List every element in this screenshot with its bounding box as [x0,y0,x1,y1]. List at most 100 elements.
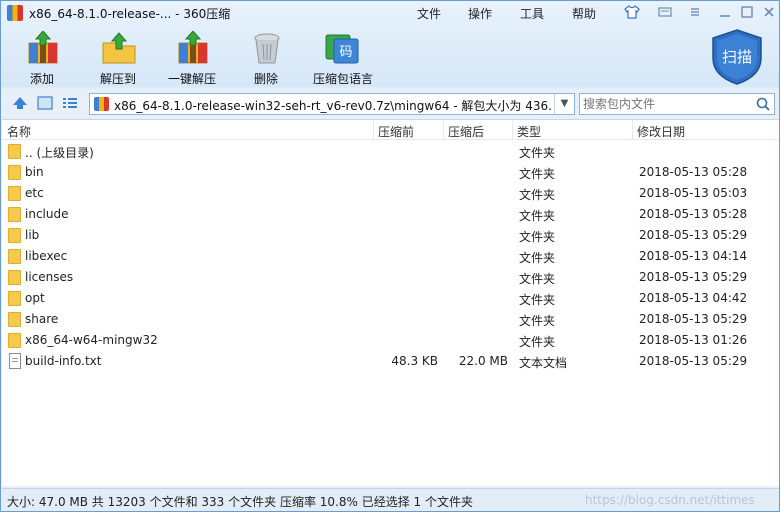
file-type: 文件夹 [519,335,556,349]
archive-language-button[interactable]: 码 压缩包语言 [303,29,383,87]
chevron-down-icon[interactable]: ▼ [554,94,574,114]
extract-to-label: 解压到 [99,72,136,86]
file-date: 2018-05-13 05:28 [639,165,748,179]
app-window: x86_64-8.1.0-release-... - 360压缩 文件 操作 工… [0,0,780,512]
parent-directory-row[interactable]: .. (上级目录) 文件夹 [2,141,779,162]
file-date: 2018-05-13 05:29 [639,354,748,368]
file-name: build-info.txt [25,354,102,368]
up-arrow-icon[interactable] [11,95,29,111]
title-bar: x86_64-8.1.0-release-... - 360压缩 文件 操作 工… [1,1,779,25]
extract-to-icon [101,31,137,65]
one-click-extract-button[interactable]: 一键解压 [153,29,231,87]
file-name: share [25,312,59,326]
status-text: 大小: 47.0 MB 共 13203 个文件和 333 个文件夹 压缩率 10… [7,495,473,509]
menu-operation[interactable]: 操作 [468,5,492,22]
file-type: 文件夹 [519,167,556,181]
file-list: 名称 压缩前 压缩后 类型 修改日期 .. (上级目录) 文件夹 bin 文件夹… [2,119,779,486]
table-row[interactable]: licenses 文件夹 2018-05-13 05:29 [2,267,779,288]
file-packed-size: 22.0 MB [458,354,508,368]
search-icon[interactable] [755,96,771,112]
file-date: 2018-05-13 04:14 [639,249,748,263]
file-date: 2018-05-13 05:03 [639,186,748,200]
folder-icon [8,228,21,243]
minimize-icon[interactable] [715,4,735,22]
column-date[interactable]: 修改日期 [637,123,685,140]
column-header: 名称 压缩前 压缩后 类型 修改日期 [2,120,779,140]
file-type: 文件夹 [519,251,556,265]
feedback-icon[interactable] [655,4,675,22]
column-divider[interactable] [512,120,513,140]
add-button[interactable]: 添加 [3,29,81,87]
scan-button[interactable]: 扫描 [709,28,765,86]
skin-shirt-icon[interactable] [622,4,642,22]
file-date: 2018-05-13 05:29 [639,228,748,242]
file-name: etc [25,186,44,200]
folder-icon [8,144,21,159]
file-type: 文件夹 [519,146,556,160]
status-bar: 大小: 47.0 MB 共 13203 个文件和 333 个文件夹 压缩率 10… [2,488,779,511]
file-date: 2018-05-13 05:28 [639,207,748,221]
delete-button[interactable]: 删除 [227,29,305,87]
menu-file[interactable]: 文件 [417,5,441,22]
file-name: opt [25,291,45,305]
column-divider[interactable] [373,120,374,140]
file-type: 文件夹 [519,314,556,328]
column-size[interactable]: 压缩前 [378,123,414,140]
folder-icon [8,186,21,201]
file-type: 文件夹 [519,188,556,202]
column-divider[interactable] [632,120,633,140]
file-name: licenses [25,270,74,284]
menu-help[interactable]: 帮助 [572,5,596,22]
table-row[interactable]: lib 文件夹 2018-05-13 05:29 [2,225,779,246]
svg-text:码: 码 [339,45,352,60]
one-click-extract-icon [175,30,211,65]
archive-language-label: 压缩包语言 [312,72,373,86]
file-name: bin [25,165,44,179]
address-row: x86_64-8.1.0-release-win32-seh-rt_v6-rev… [1,91,779,117]
address-bar[interactable]: x86_64-8.1.0-release-win32-seh-rt_v6-rev… [89,93,575,115]
column-packed[interactable]: 压缩后 [448,123,484,140]
file-date: 2018-05-13 05:29 [639,270,748,284]
delete-label: 删除 [253,72,278,86]
table-row[interactable]: x86_64-w64-mingw32 文件夹 2018-05-13 01:26 [2,330,779,351]
column-divider[interactable] [443,120,444,140]
column-name[interactable]: 名称 [7,123,31,140]
file-type: 文件夹 [519,230,556,244]
table-row[interactable]: share 文件夹 2018-05-13 05:29 [2,309,779,330]
file-type: 文本文档 [519,356,568,370]
table-row[interactable]: etc 文件夹 2018-05-13 05:03 [2,183,779,204]
list-view-icon[interactable] [61,95,79,111]
folder-icon [8,207,21,222]
delete-icon [249,31,285,65]
watermark: https://blog.csdn.net/ittimes [585,493,755,507]
archive-language-icon: 码 [324,31,360,65]
file-name: libexec [25,249,68,263]
extract-to-button[interactable]: 解压到 [79,29,157,87]
maximize-icon[interactable] [737,4,757,22]
add-label: 添加 [29,72,54,86]
text-file-icon [9,353,21,369]
folder-icon [8,291,21,306]
table-row[interactable]: include 文件夹 2018-05-13 05:28 [2,204,779,225]
table-row[interactable]: opt 文件夹 2018-05-13 04:42 [2,288,779,309]
search-input[interactable] [583,95,751,113]
file-name: lib [25,228,40,242]
table-row[interactable]: libexec 文件夹 2018-05-13 04:14 [2,246,779,267]
folder-icon [8,270,21,285]
table-row[interactable]: bin 文件夹 2018-05-13 05:28 [2,162,779,183]
search-box [579,93,775,115]
thumbnail-view-icon[interactable] [36,95,54,111]
file-date: 2018-05-13 04:42 [639,291,748,305]
column-type[interactable]: 类型 [517,123,541,140]
file-name: x86_64-w64-mingw32 [25,333,158,347]
close-icon[interactable] [759,4,779,22]
archive-icon [94,97,109,111]
add-archive-icon [25,30,61,65]
table-row[interactable]: build-info.txt 48.3 KB 22.0 MB 文本文档 2018… [2,351,779,372]
folder-icon [8,165,21,180]
file-type: 文件夹 [519,272,556,286]
menu-dropdown-icon[interactable] [685,4,705,22]
one-click-extract-label: 一键解压 [167,72,216,86]
menu-tools[interactable]: 工具 [520,5,544,22]
file-name: .. (上级目录) [25,146,94,160]
